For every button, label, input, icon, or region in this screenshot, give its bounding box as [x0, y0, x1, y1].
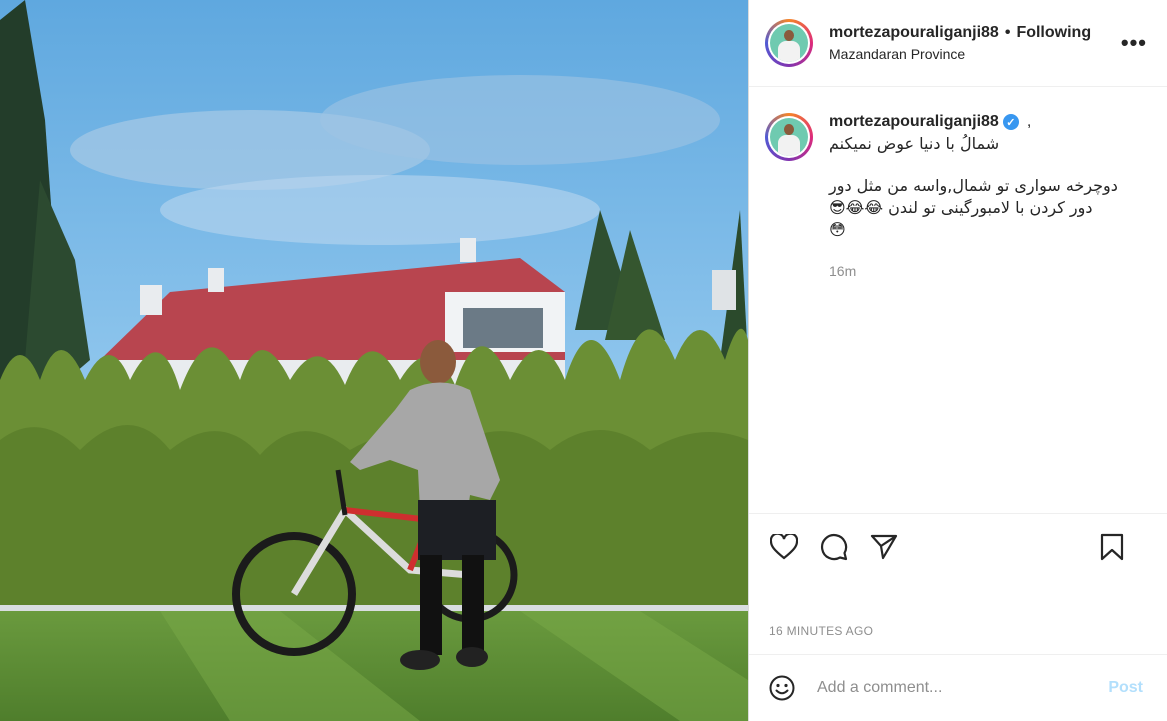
share-icon[interactable] — [869, 532, 899, 562]
header-text: mortezapouraliganji88 • Following Mazand… — [829, 24, 1091, 62]
following-button[interactable]: Following — [1016, 24, 1091, 42]
post-comment-button[interactable]: Post — [1102, 678, 1149, 698]
comment-bar: Post — [749, 654, 1167, 721]
caption-time[interactable]: 16m — [829, 263, 1151, 279]
caption-line-1: شمالُ با دنیا عوض نمیکنم — [829, 134, 1000, 153]
caption-area: mortezapouraliganji88 ✓ , شمالُ با دنیا … — [749, 87, 1167, 513]
caption-header: mortezapouraliganji88 ✓ , — [829, 113, 1151, 131]
action-bar — [749, 513, 1167, 580]
post-photo[interactable] — [0, 0, 748, 721]
comment-icon[interactable] — [819, 532, 849, 562]
caption-avatar[interactable] — [765, 113, 813, 161]
likes-area — [749, 580, 1167, 624]
post-dialog: mortezapouraliganji88 • Following Mazand… — [0, 0, 1167, 721]
photo-illustration — [0, 0, 748, 721]
username-link[interactable]: mortezapouraliganji88 — [829, 24, 999, 42]
bookmark-icon[interactable] — [1097, 532, 1127, 562]
caption-line-3: دور کردن با لامبورگینی تو لندن 😂😂😎 — [829, 198, 1093, 217]
caption-line-2: دوچرخه سواری تو شمال,واسه من مثل دور — [829, 176, 1118, 195]
header-line: mortezapouraliganji88 • Following — [829, 24, 1091, 42]
more-options-icon[interactable]: ••• — [1121, 30, 1147, 56]
avatar[interactable] — [765, 19, 813, 67]
caption-text: mortezapouraliganji88 ✓ , شمالُ با دنیا … — [829, 113, 1151, 513]
verified-badge-icon: ✓ — [1002, 114, 1019, 130]
caption-username-link[interactable]: mortezapouraliganji88 — [829, 113, 999, 131]
post-header: mortezapouraliganji88 • Following Mazand… — [749, 0, 1167, 87]
comment-input[interactable] — [815, 678, 1103, 698]
separator-dot: • — [1004, 24, 1011, 41]
heart-icon[interactable] — [769, 532, 799, 562]
emoji-icon[interactable] — [767, 673, 797, 703]
caption-line-4: 😳 — [829, 220, 846, 239]
post-timestamp[interactable]: 16 MINUTES AGO — [749, 624, 1167, 654]
location-link[interactable]: Mazandaran Province — [829, 46, 1091, 62]
post-sidebar: mortezapouraliganji88 • Following Mazand… — [748, 0, 1167, 721]
caption-separator: , — [1026, 113, 1032, 130]
